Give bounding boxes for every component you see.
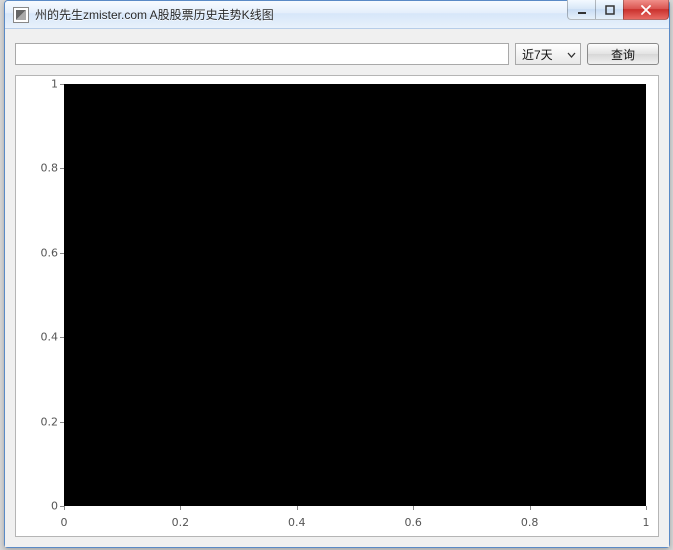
date-range-select[interactable]: 近7天 [515,43,581,65]
y-tick-label: 0.8 [41,162,59,175]
window-title: 州的先生zmister.com A股股票历史走势K线图 [35,6,274,23]
stock-code-input[interactable] [15,43,509,65]
maximize-button[interactable] [595,0,623,20]
minimize-icon [577,5,587,15]
app-icon [13,7,29,23]
minimize-button[interactable] [567,0,595,20]
titlebar[interactable]: 州的先生zmister.com A股股票历史走势K线图 [5,1,669,29]
x-tick [180,506,181,510]
x-tick [64,506,65,510]
y-tick-label: 0.2 [41,415,59,428]
client-area: 近7天 查询 0 0.2 0.4 0.6 0.8 1 0 0.2 0.4 0.6 0.8 1 [5,29,669,547]
close-button[interactable] [623,0,669,20]
x-tick-label: 0.2 [172,516,190,529]
x-tick-label: 0 [61,516,68,529]
y-tick-label: 0.6 [41,246,59,259]
x-tick [530,506,531,510]
chart-panel: 0 0.2 0.4 0.6 0.8 1 0 0.2 0.4 0.6 0.8 1 [15,75,659,537]
toolbar: 近7天 查询 [15,39,659,71]
y-tick-label: 1 [51,78,58,91]
maximize-icon [605,5,615,15]
y-axis: 00.20.40.60.81 [16,84,64,506]
close-icon [640,5,652,15]
query-button-label: 查询 [611,46,635,63]
x-tick [413,506,414,510]
x-tick-label: 1 [643,516,650,529]
query-button[interactable]: 查询 [587,43,659,65]
x-tick-label: 0.4 [288,516,306,529]
date-range-value: 近7天 [522,46,553,63]
chevron-down-icon [567,50,576,59]
y-tick-label: 0 [51,500,58,513]
x-tick-label: 0.6 [404,516,422,529]
window-controls [567,0,669,20]
x-axis: 00.20.40.60.81 [64,506,646,536]
y-tick-label: 0.4 [41,331,59,344]
x-tick [297,506,298,510]
plot-area [64,84,646,506]
app-window: 州的先生zmister.com A股股票历史走势K线图 近7天 查询 [4,0,670,548]
x-tick-label: 0.8 [521,516,539,529]
x-tick [646,506,647,510]
